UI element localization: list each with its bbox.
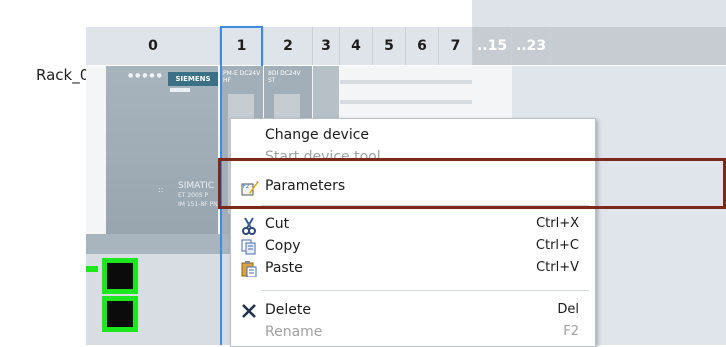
bus-adapter-bar (86, 234, 236, 254)
paste-icon (241, 261, 257, 278)
siemens-logo: SIEMENS (168, 72, 218, 86)
slot-header-4[interactable]: 4 (340, 27, 372, 65)
slot-header-more (551, 27, 726, 65)
delete-icon (241, 303, 257, 319)
slot-header-15[interactable]: ..15 (473, 27, 511, 65)
menu-separator (261, 290, 589, 291)
slot-header-2[interactable]: 2 (264, 27, 312, 65)
ethernet-port-icon[interactable] (102, 296, 138, 332)
empty-slot-rail (340, 80, 472, 84)
menu-item-shortcut: F2 (563, 324, 579, 339)
menu-item-shortcut: Ctrl+V (536, 260, 579, 275)
menu-item-label: Delete (265, 302, 311, 318)
header-top-strip (472, 0, 726, 27)
slot-1-label: PM-E DC24V HF (223, 70, 261, 84)
menu-item-label: Paste (265, 260, 303, 276)
menu-item-label: Rename (265, 324, 323, 340)
slot-2-label: 8DI DC24V ST (268, 70, 301, 84)
menu-item-label: Change device (265, 127, 370, 143)
scissors-icon (241, 217, 257, 235)
menu-item-shortcut: Del (557, 302, 579, 317)
menu-item-rename[interactable]: Rename F2 (231, 322, 595, 344)
menu-item-shortcut: Ctrl+C (535, 238, 579, 253)
slot-header-5[interactable]: 5 (373, 27, 405, 65)
menu-item-cut[interactable]: Cut Ctrl+X (231, 214, 595, 236)
port-indicator (86, 266, 98, 272)
menu-item-delete[interactable]: Delete Del (231, 300, 595, 322)
copy-icon (241, 239, 257, 255)
context-menu: Change device Start device tool... F2 Pa… (230, 118, 596, 347)
slot-header-0[interactable]: 0 (86, 27, 220, 65)
menu-item-change-device[interactable]: Change device (231, 125, 595, 147)
slot-header-6[interactable]: 6 (406, 27, 438, 65)
module-leds (170, 88, 190, 92)
empty-slot-rail (340, 100, 472, 104)
menu-item-shortcut: Ctrl+X (536, 216, 579, 231)
interface-module[interactable] (106, 66, 218, 236)
rack-label: Rack_0 (36, 66, 90, 84)
menu-item-copy[interactable]: Copy Ctrl+C (231, 236, 595, 258)
menu-item-label: Copy (265, 238, 301, 254)
selected-slot-indicator (220, 26, 263, 66)
ethernet-port-icon[interactable] (102, 258, 138, 294)
slot-header-7[interactable]: 7 (439, 27, 472, 65)
menu-item-paste[interactable]: Paste Ctrl+V (231, 258, 595, 280)
slot-header-3[interactable]: 3 (313, 27, 339, 65)
module-status-leds: ● ● ● ● ● (128, 72, 162, 79)
parameters-highlight-box (218, 158, 726, 209)
menu-item-label: Cut (265, 216, 290, 232)
slot-header-23[interactable]: ..23 (512, 27, 550, 65)
status-led-icon: :: (158, 185, 164, 194)
